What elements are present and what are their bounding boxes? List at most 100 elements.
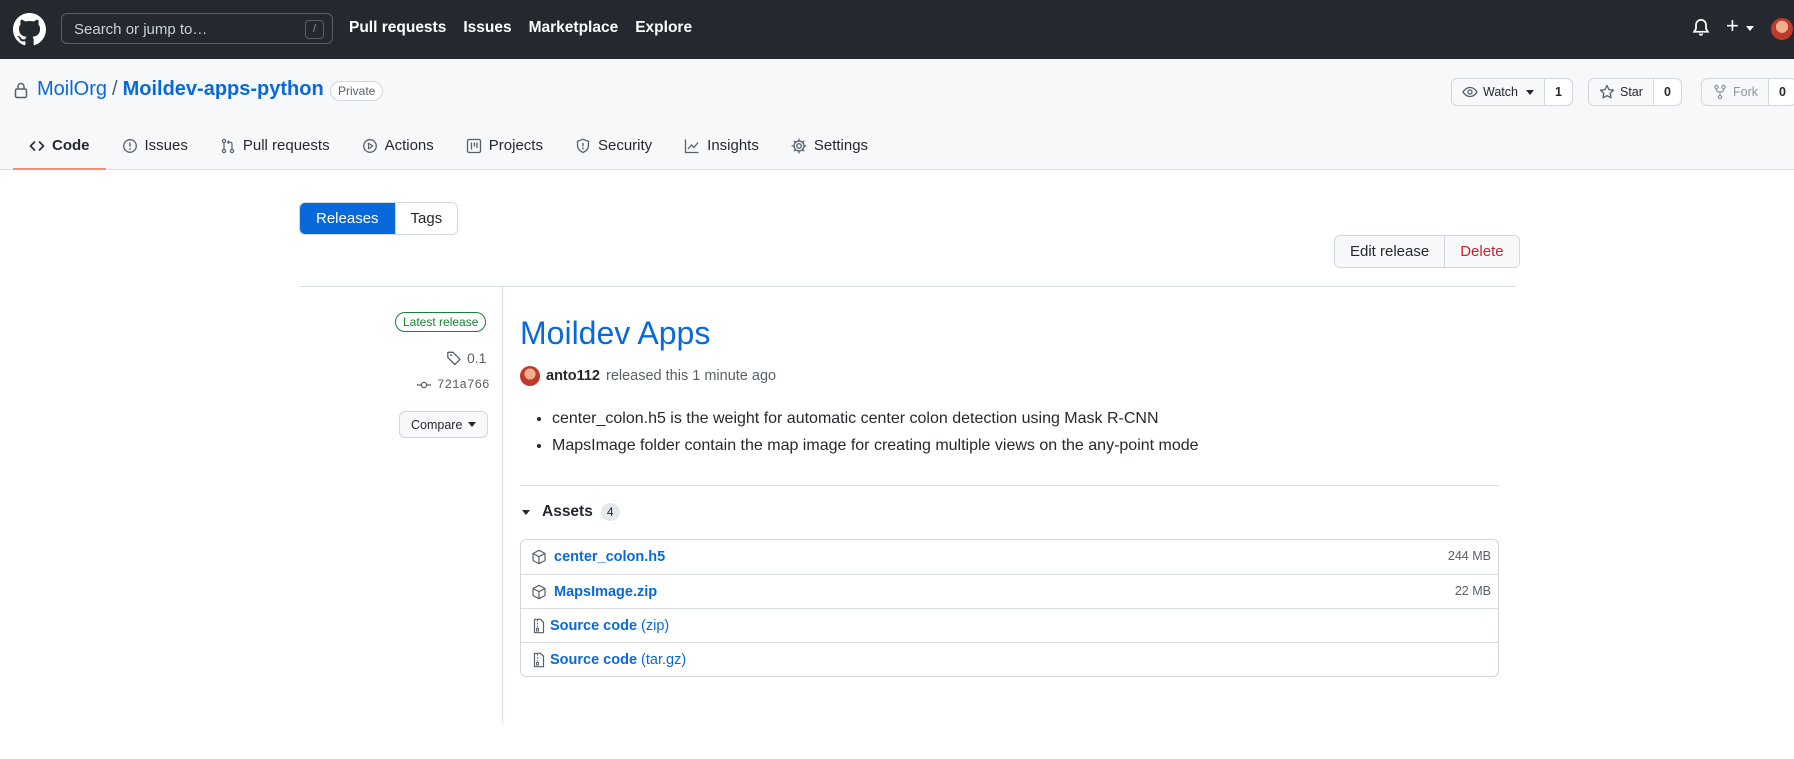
asset-row: Source code (zip)	[521, 608, 1498, 642]
package-icon	[532, 549, 546, 565]
repo-header: MoilOrg / Moildev-apps-python Private Wa…	[0, 59, 1794, 170]
play-icon	[362, 139, 377, 153]
tab-code[interactable]: Code	[13, 136, 106, 170]
release-note-item: MapsImage folder contain the map image f…	[552, 437, 1199, 455]
asset-link[interactable]: MapsImage.zip	[554, 584, 657, 600]
asset-size: 22 MB	[1454, 584, 1491, 598]
divider	[520, 485, 1499, 486]
nav-pull-requests[interactable]: Pull requests	[349, 19, 446, 37]
tab-actions-label: Actions	[384, 137, 434, 154]
tab-pull-requests[interactable]: Pull requests	[204, 136, 346, 170]
star-button-group: Star 0	[1588, 78, 1682, 106]
fork-button-group: Fork 0	[1701, 78, 1794, 106]
asset-ext: (zip)	[641, 617, 670, 634]
tab-pull-requests-label: Pull requests	[242, 137, 330, 154]
asset-link[interactable]: Source code (zip)	[550, 618, 669, 634]
tab-insights[interactable]: Insights	[668, 136, 775, 170]
latest-release-badge: Latest release	[395, 312, 487, 332]
released-text: released this 1 minute ago	[606, 368, 777, 384]
nav-issues[interactable]: Issues	[463, 19, 511, 37]
tags-tab[interactable]: Tags	[394, 203, 458, 234]
search-input[interactable]: Search or jump to… /	[61, 13, 333, 44]
bell-icon[interactable]	[1691, 17, 1711, 39]
delete-release-button[interactable]: Delete	[1444, 236, 1519, 267]
release-tag-link[interactable]: 0.1	[446, 350, 486, 366]
assets-label: Assets	[542, 503, 593, 520]
global-header: Search or jump to… / Pull requests Issue…	[0, 0, 1794, 59]
tab-projects-label: Projects	[488, 137, 543, 154]
tab-settings[interactable]: Settings	[775, 136, 884, 170]
release-commit: 721a766	[437, 378, 490, 392]
author-link[interactable]: anto112	[546, 368, 600, 384]
release-note-item: center_colon.h5 is the weight for automa…	[552, 410, 1199, 428]
tag-icon	[447, 351, 461, 366]
asset-link[interactable]: Source code (tar.gz)	[550, 652, 686, 668]
asset-name: Source code	[550, 651, 638, 668]
watch-button-group: Watch 1	[1451, 78, 1573, 106]
star-count[interactable]: 0	[1653, 79, 1681, 105]
create-new-caret-icon[interactable]	[1746, 26, 1754, 31]
watch-button[interactable]: Watch	[1452, 79, 1545, 105]
star-button[interactable]: Star	[1589, 79, 1654, 105]
file-zip-icon	[533, 652, 545, 667]
asset-link[interactable]: center_colon.h5	[554, 549, 665, 565]
release-actions: Edit release Delete	[1334, 235, 1520, 268]
compare-label: Compare	[411, 417, 463, 432]
package-icon	[532, 584, 546, 599]
asset-row: center_colon.h5 244 MB	[521, 540, 1498, 574]
star-label: Star	[1620, 85, 1643, 99]
compare-button[interactable]: Compare	[399, 411, 489, 438]
tab-settings-label: Settings	[813, 137, 869, 154]
issue-icon	[122, 139, 137, 153]
create-new-icon[interactable]: +	[1726, 15, 1739, 37]
divider	[299, 286, 1516, 287]
graph-icon	[685, 139, 699, 154]
fork-label: Fork	[1733, 85, 1758, 99]
asset-size: 244 MB	[1447, 549, 1491, 563]
code-icon	[29, 141, 45, 151]
chevron-down-icon	[522, 509, 530, 515]
repo-separator: /	[112, 78, 118, 100]
nav-marketplace[interactable]: Marketplace	[529, 19, 619, 37]
lock-icon	[14, 82, 28, 99]
repo-name-link[interactable]: Moildev-apps-python	[123, 78, 324, 101]
nav-explore[interactable]: Explore	[635, 19, 692, 37]
watch-count[interactable]: 1	[1544, 79, 1572, 105]
watch-label: Watch	[1483, 85, 1518, 99]
repo-title: MoilOrg / Moildev-apps-python	[37, 78, 324, 101]
tab-issues-label: Issues	[144, 137, 188, 154]
releases-subnav: Releases Tags	[299, 202, 459, 235]
fork-button[interactable]: Fork	[1702, 79, 1769, 105]
star-icon	[1599, 84, 1615, 99]
tab-issues[interactable]: Issues	[106, 136, 204, 170]
search-placeholder: Search or jump to…	[74, 21, 208, 38]
asset-row: Source code (tar.gz)	[521, 642, 1498, 676]
releases-tab[interactable]: Releases	[300, 203, 395, 234]
edit-release-button[interactable]: Edit release	[1335, 236, 1445, 267]
author-avatar[interactable]	[520, 366, 540, 386]
file-zip-icon	[533, 618, 545, 633]
repo-owner-link[interactable]: MoilOrg	[37, 78, 107, 101]
release-byline: anto112 released this 1 minute ago	[520, 366, 776, 386]
global-nav: Pull requests Issues Marketplace Explore	[349, 19, 692, 37]
gear-icon	[791, 138, 807, 154]
asset-row: MapsImage.zip 22 MB	[521, 574, 1498, 608]
tab-projects[interactable]: Projects	[450, 136, 559, 170]
tab-actions[interactable]: Actions	[346, 136, 450, 170]
release-tag: 0.1	[467, 350, 487, 366]
tab-security[interactable]: Security	[559, 136, 668, 170]
asset-ext: (tar.gz)	[641, 651, 687, 668]
assets-count: 4	[600, 503, 620, 521]
release-commit-link[interactable]: 721a766	[416, 377, 490, 393]
github-logo-icon[interactable]	[13, 13, 46, 46]
tab-code-label: Code	[52, 137, 90, 154]
commit-icon	[417, 381, 431, 389]
release-title[interactable]: Moildev Apps	[520, 315, 710, 352]
user-avatar[interactable]	[1771, 18, 1793, 40]
release-notes: center_colon.h5 is the weight for automa…	[552, 410, 1199, 464]
tab-security-label: Security	[597, 137, 653, 154]
fork-count[interactable]: 0	[1769, 79, 1794, 105]
tab-insights-label: Insights	[707, 137, 759, 154]
assets-toggle[interactable]: Assets 4	[522, 503, 620, 521]
project-icon	[466, 138, 481, 154]
